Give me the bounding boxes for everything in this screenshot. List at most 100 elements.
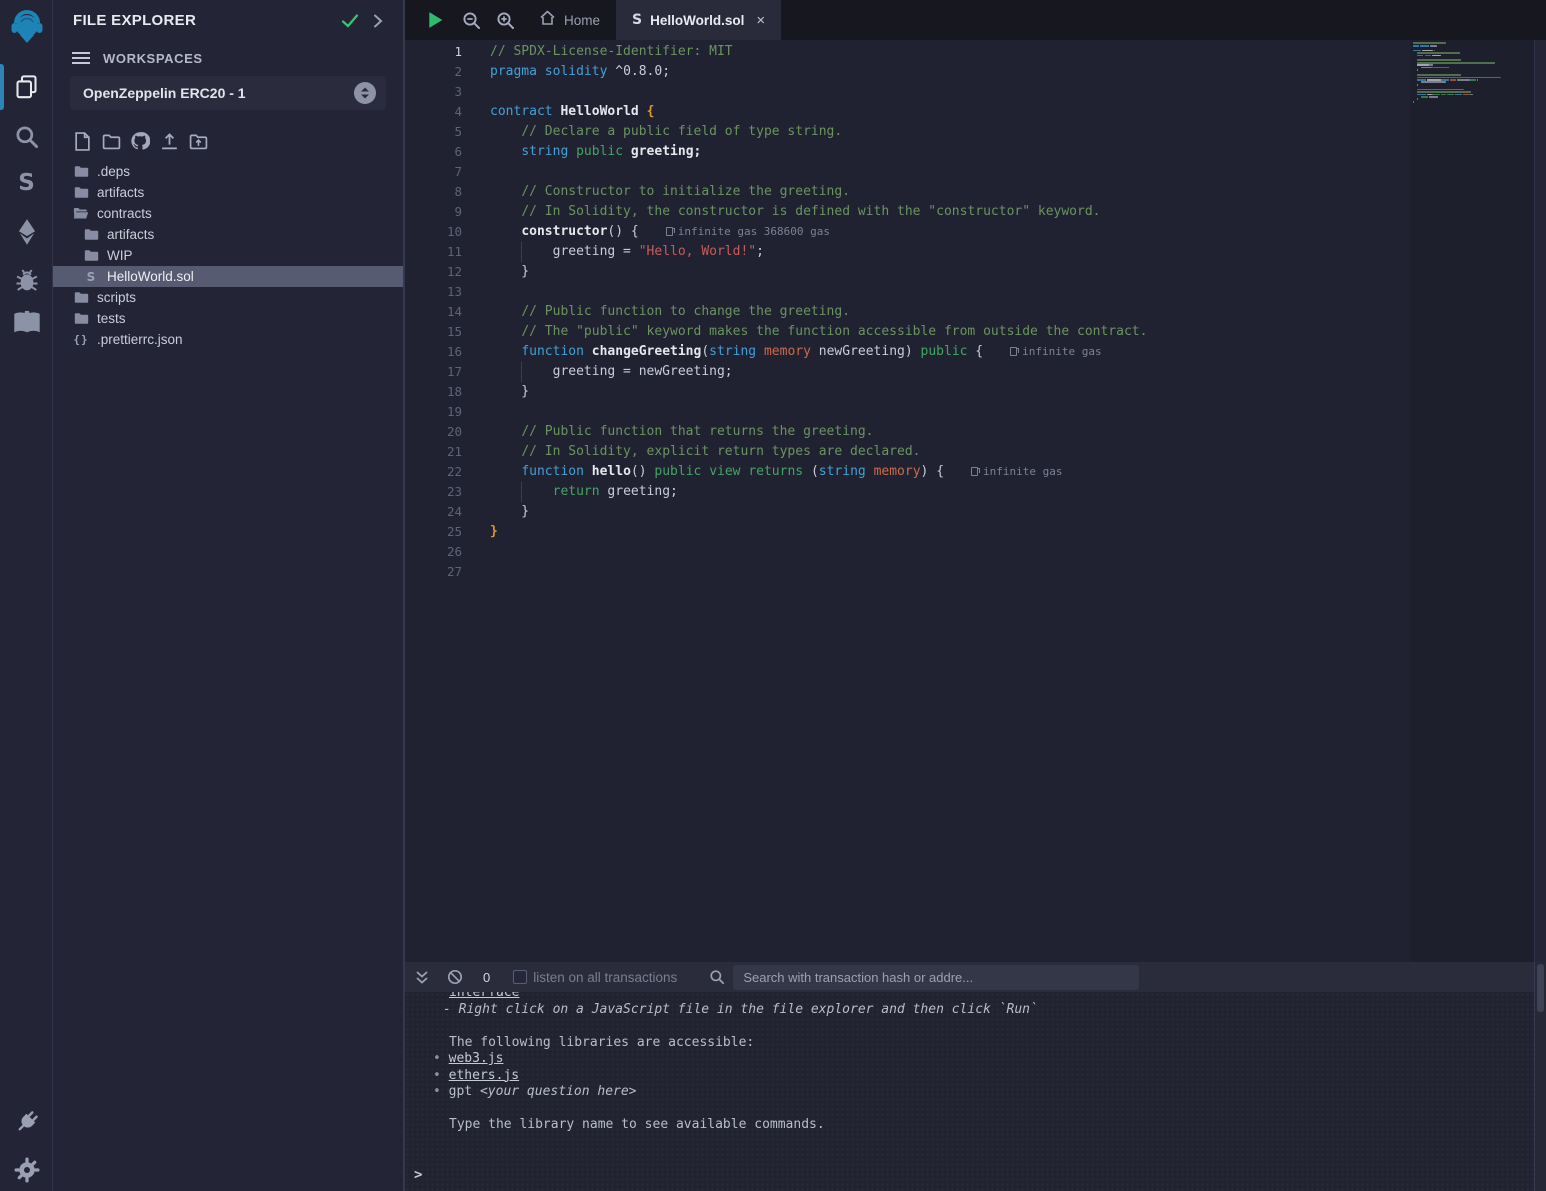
tab-home[interactable]: Home: [523, 0, 616, 40]
terminal-output: > interface- Right click on a JavaScript…: [405, 992, 1534, 1191]
tree-item-contracts[interactable]: contracts: [53, 203, 403, 224]
accept-check-icon[interactable]: [341, 13, 359, 34]
terminal-search-icon: [709, 969, 725, 985]
upload-file-icon[interactable]: [159, 131, 179, 151]
terminal-link[interactable]: interface: [449, 992, 519, 1000]
terminal-line: • web3.js: [405, 1051, 1534, 1068]
line-number: 3: [405, 82, 462, 102]
transaction-count-badge: 0: [483, 970, 490, 985]
terminal: 0 listen on all transactions > interface…: [405, 962, 1546, 1191]
plugin-manager-icon[interactable]: [0, 1105, 53, 1139]
terminal-line: • gpt <your question here>: [405, 1084, 1534, 1101]
workspace-name: OpenZeppelin ERC20 - 1: [83, 85, 354, 101]
line-number: 23: [405, 482, 462, 502]
file-explorer-icon[interactable]: [0, 70, 53, 102]
expand-terminal-icon[interactable]: [415, 970, 429, 985]
tree-item--prettierrc-json[interactable]: {} .prettierrc.json: [53, 329, 403, 350]
code-line: 7: [405, 162, 1405, 182]
upload-folder-icon[interactable]: [188, 131, 208, 151]
learneth-icon[interactable]: [0, 306, 53, 340]
json-icon: {}: [73, 333, 89, 346]
tree-item-artifacts[interactable]: artifacts: [53, 182, 403, 203]
folder-icon: [83, 249, 99, 262]
solidity-compiler-icon[interactable]: S: [0, 167, 53, 199]
workspace-select[interactable]: OpenZeppelin ERC20 - 1: [70, 76, 386, 110]
tree-item-helloworld-sol[interactable]: SHelloWorld.sol: [53, 266, 403, 287]
line-number: 27: [405, 562, 462, 582]
line-number: 11: [405, 242, 462, 262]
code-line: 4contract HelloWorld {: [405, 102, 1405, 122]
gas-pump-icon: [1010, 347, 1017, 356]
debugger-icon[interactable]: [0, 263, 53, 297]
tree-item-label: .prettierrc.json: [97, 332, 183, 347]
code-line: 10 constructor() {infinite gas 368600 ga…: [405, 222, 1405, 242]
line-number: 18: [405, 382, 462, 402]
panel-chevron-right-icon[interactable]: [373, 14, 383, 33]
new-file-icon[interactable]: [72, 131, 92, 151]
line-number: 9: [405, 202, 462, 222]
terminal-line: • ethers.js: [405, 1068, 1534, 1085]
editor-region: Home S HelloWorld.sol × 1// SPDX-License…: [405, 0, 1546, 962]
remix-ide-window: S FILE EXPLORER: [0, 0, 1546, 1191]
tree-item-label: contracts: [97, 206, 152, 221]
terminal-link[interactable]: web3.js: [449, 1051, 504, 1066]
bullet-icon: •: [433, 1084, 449, 1099]
tree-item--deps[interactable]: .deps: [53, 161, 403, 182]
tree-item-wip[interactable]: WIP: [53, 245, 403, 266]
code-line: 6 string public greeting;: [405, 142, 1405, 162]
clone-github-icon[interactable]: [130, 131, 150, 151]
code-line: 18 }: [405, 382, 1405, 402]
line-number: 25: [405, 522, 462, 542]
zoom-in-icon[interactable]: [489, 0, 521, 40]
code-line: 3: [405, 82, 1405, 102]
code-line: 23 return greeting;: [405, 482, 1405, 502]
folder-icon: [73, 186, 89, 199]
minimap[interactable]: [1410, 40, 1534, 110]
run-script-icon[interactable]: [419, 0, 451, 40]
remix-logo[interactable]: [0, 8, 53, 48]
code-line: 27: [405, 562, 1405, 582]
tree-item-label: HelloWorld.sol: [107, 269, 194, 284]
code-editor[interactable]: 1// SPDX-License-Identifier: MIT2pragma …: [405, 40, 1405, 962]
code-line: 9 // In Solidity, the constructor is def…: [405, 202, 1405, 222]
folder-icon: [73, 165, 89, 178]
terminal-prompt[interactable]: >: [414, 1167, 422, 1183]
code-line: 17 greeting = newGreeting;: [405, 362, 1405, 382]
line-number: 15: [405, 322, 462, 342]
panel-resize-handle[interactable]: [403, 0, 405, 1191]
line-number: 5: [405, 122, 462, 142]
zoom-out-icon[interactable]: [455, 0, 487, 40]
clear-console-icon[interactable]: [447, 969, 463, 985]
new-folder-icon[interactable]: [101, 131, 121, 151]
line-number: 19: [405, 402, 462, 422]
listen-transactions-label: listen on all transactions: [533, 970, 677, 985]
terminal-line: Type the library name to see available c…: [405, 1117, 1534, 1134]
code-line: 22 function hello() public view returns …: [405, 462, 1405, 482]
code-line: 19: [405, 402, 1405, 422]
tree-item-scripts[interactable]: scripts: [53, 287, 403, 308]
terminal-scrollbar[interactable]: [1534, 962, 1546, 1191]
line-number: 7: [405, 162, 462, 182]
terminal-line: interface: [405, 992, 1534, 1002]
terminal-blank-line: [405, 1101, 1534, 1118]
workspaces-menu-icon[interactable]: [72, 52, 90, 64]
editor-toolbar: Home S HelloWorld.sol ×: [405, 0, 1546, 40]
tab-helloworld-sol[interactable]: S HelloWorld.sol ×: [616, 0, 781, 40]
listen-transactions-checkbox[interactable]: [513, 970, 527, 984]
terminal-link[interactable]: ethers.js: [449, 1068, 519, 1083]
editor-scrollbar[interactable]: [1534, 40, 1546, 962]
close-tab-icon[interactable]: ×: [756, 13, 765, 28]
settings-icon[interactable]: [0, 1153, 53, 1187]
tree-item-artifacts[interactable]: artifacts: [53, 224, 403, 245]
search-icon[interactable]: [0, 120, 53, 152]
tree-item-tests[interactable]: tests: [53, 308, 403, 329]
code-line: 1// SPDX-License-Identifier: MIT: [405, 42, 1405, 62]
gas-estimate: infinite gas 368600 gas: [666, 225, 830, 238]
deploy-and-run-icon[interactable]: [0, 215, 53, 249]
workspace-sort-icon[interactable]: [354, 82, 376, 104]
terminal-toolbar: 0 listen on all transactions: [405, 962, 1546, 992]
minimap-zone: [1410, 40, 1534, 962]
code-line: 13: [405, 282, 1405, 302]
transaction-search-input[interactable]: [733, 965, 1139, 990]
tab-label: Home: [564, 13, 600, 28]
